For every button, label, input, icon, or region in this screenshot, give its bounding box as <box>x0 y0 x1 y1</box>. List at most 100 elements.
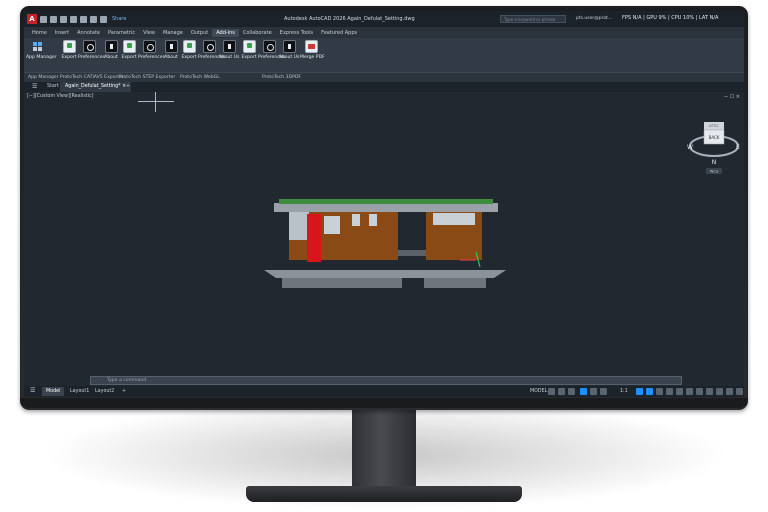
print-icon[interactable] <box>80 15 87 23</box>
ribbon: App Manager Export Preferences About Export P… <box>24 38 744 72</box>
preferences-button-11[interactable]: Preferences <box>258 40 285 66</box>
autocad-logo-icon[interactable]: A <box>27 14 37 24</box>
user-account[interactable]: pts.user@prot... <box>576 16 612 21</box>
model-window-mid <box>324 216 340 234</box>
status-toggle-icon[interactable] <box>676 388 683 395</box>
share-button[interactable]: Share <box>112 16 126 22</box>
new-tab-button[interactable]: + <box>121 82 135 92</box>
drawing-viewport[interactable]: [−][Custom View][Realistic] − ☐ × ATTIC … <box>24 92 744 376</box>
tab-manage[interactable]: Manage <box>159 29 187 37</box>
title-bar: A Share Autodesk AutoCAD 2026 Again_Defu… <box>24 11 744 27</box>
file-tabs: ☰ Start Again_Defulat_Setting* × + <box>24 82 744 92</box>
menu-icon[interactable]: ☰ <box>32 84 37 90</box>
compass-n-label: N <box>712 159 717 166</box>
viewcube-top-label: ATTIC <box>709 124 719 128</box>
model-window-left <box>289 212 309 240</box>
model-breezeway <box>398 250 426 256</box>
monitor-stand-base <box>246 486 522 502</box>
status-toggle-icon[interactable] <box>636 388 643 395</box>
compass-e-label: E <box>736 144 740 151</box>
preferences-button-8[interactable]: Preferences <box>198 40 225 66</box>
status-toggle-icon[interactable] <box>548 388 555 395</box>
viewcube[interactable]: ATTIC BACK W E N WCS <box>684 112 744 182</box>
screen: A Share Autodesk AutoCAD 2026 Again_Defu… <box>24 11 744 397</box>
tab-parametric[interactable]: Parametric <box>104 29 139 37</box>
model-window-small-1 <box>352 214 360 226</box>
status-toggle-icon[interactable] <box>656 388 663 395</box>
export-icon <box>242 40 256 53</box>
save-icon[interactable] <box>60 15 67 23</box>
new-file-icon[interactable] <box>40 15 47 23</box>
merge-pdf-icon <box>304 40 318 53</box>
tab-insert[interactable]: Insert <box>51 29 73 37</box>
preferences-button-5[interactable]: Preferences <box>138 40 165 66</box>
layout-tab-layout2[interactable]: Layout2 <box>91 387 118 396</box>
merge-pdf-button-13[interactable]: Merge PDF <box>300 40 325 66</box>
ribbon-button-label: Export <box>61 55 77 60</box>
layout-menu-icon[interactable]: ☰ <box>30 388 35 394</box>
export-button-10[interactable]: Export <box>238 40 260 66</box>
tab-collaborate[interactable]: Collaborate <box>239 29 276 37</box>
command-input[interactable]: Type a command <box>90 376 682 385</box>
status-toggle-icon[interactable] <box>686 388 693 395</box>
tab-featured-apps[interactable]: Featured Apps <box>317 29 361 37</box>
model-3d[interactable] <box>24 92 744 376</box>
app-manager-button-0[interactable]: App Manager <box>26 40 57 66</box>
model-foundation-left <box>282 278 402 288</box>
ribbon-button-label: About Us <box>278 55 300 60</box>
ribbon-button-label: About <box>104 55 118 60</box>
panel-label-3dpdf: ProtoTech 3DPDF <box>262 75 302 80</box>
status-toggle-icon[interactable] <box>590 388 597 395</box>
status-toggle-icon[interactable] <box>600 388 607 395</box>
export-icon <box>122 40 136 53</box>
status-toggle-icon[interactable] <box>736 388 743 395</box>
tab-express-tools[interactable]: Express Tools <box>276 29 317 37</box>
model-door-red <box>307 214 321 262</box>
model-ground-slab <box>264 270 506 278</box>
ribbon-button-label: Export <box>181 55 197 60</box>
search-input[interactable]: Type a keyword or phrase <box>500 15 566 23</box>
layout-tab-model[interactable]: Model <box>42 387 65 396</box>
model-window-small-2 <box>369 214 377 226</box>
status-toggle-icon[interactable] <box>646 388 653 395</box>
about-icon <box>282 40 296 53</box>
status-toggle-icon[interactable] <box>706 388 713 395</box>
status-toggle-icon[interactable] <box>568 388 575 395</box>
status-toggle-icon[interactable] <box>696 388 703 395</box>
tab-home[interactable]: Home <box>28 29 51 37</box>
save-as-icon[interactable] <box>70 15 77 23</box>
status-toggle-icon[interactable] <box>666 388 673 395</box>
about-icon <box>222 40 236 53</box>
about-button-9[interactable]: About Us <box>218 40 240 66</box>
model-window-right <box>433 213 475 225</box>
open-file-icon[interactable] <box>50 15 57 23</box>
annotation-scale[interactable]: 1:1 <box>616 387 632 396</box>
tab-add-ins[interactable]: Add-ins <box>212 28 239 37</box>
panel-label-webgl: ProtoTech WebGL <box>180 75 220 80</box>
panel-label-app-manager: App Manager <box>28 75 59 80</box>
tab-output[interactable]: Output <box>187 29 212 37</box>
undo-icon[interactable] <box>90 15 97 23</box>
status-toggle-icon[interactable] <box>580 388 587 395</box>
ribbon-button-label: Merge PDF <box>300 55 325 60</box>
tab-view[interactable]: View <box>139 29 159 37</box>
redo-icon[interactable] <box>100 15 107 23</box>
about-button-12[interactable]: About Us <box>278 40 300 66</box>
tab-annotate[interactable]: Annotate <box>73 29 104 37</box>
preferences-button-2[interactable]: Preferences <box>78 40 105 66</box>
status-toggle-icon[interactable] <box>726 388 733 395</box>
add-layout-button[interactable]: + <box>118 387 130 396</box>
layout-tab-layout1[interactable]: Layout1 <box>66 387 93 396</box>
performance-readout: FPS N/A | GPU 9% | CPU 10% | LAT N/A <box>622 15 719 21</box>
status-toggle-icon[interactable] <box>558 388 565 395</box>
export-button-1[interactable]: Export <box>58 40 80 66</box>
ribbon-button-label: App Manager <box>26 55 57 60</box>
ribbon-button-label: About Us <box>218 55 240 60</box>
ribbon-button-label: Export <box>121 55 137 60</box>
export-button-7[interactable]: Export <box>178 40 200 66</box>
model-roof-edge <box>274 203 498 212</box>
status-toggle-icon[interactable] <box>716 388 723 395</box>
export-button-4[interactable]: Export <box>118 40 140 66</box>
ribbon-button-label: Export <box>241 55 257 60</box>
wcs-label: WCS <box>710 170 719 174</box>
